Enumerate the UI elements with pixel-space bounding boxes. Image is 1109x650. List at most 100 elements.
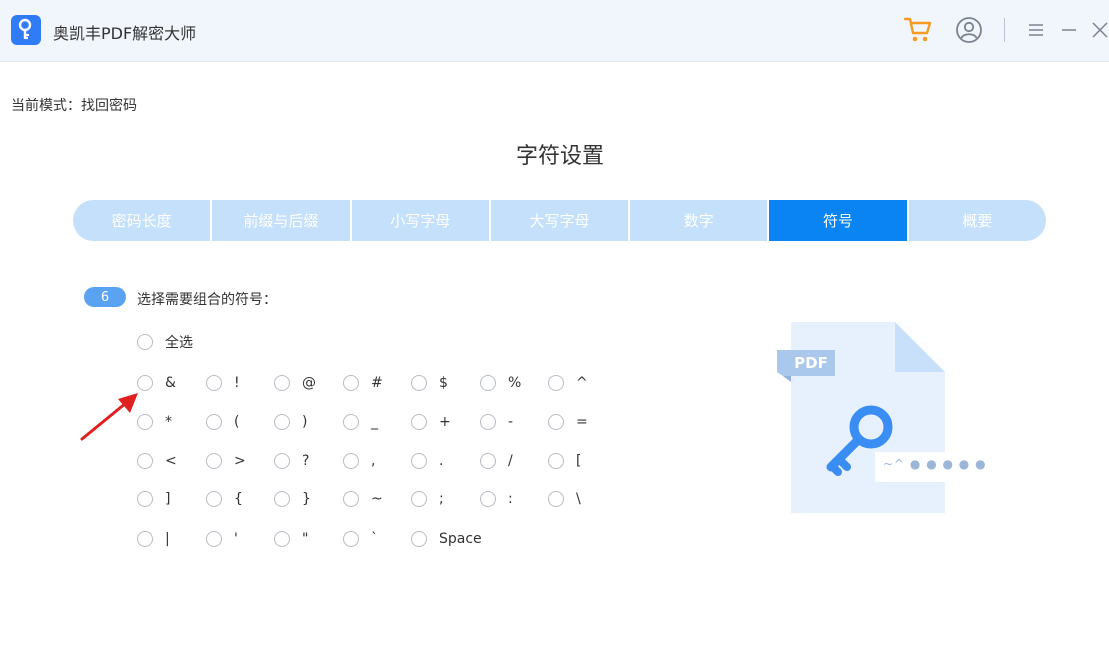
radio-button[interactable] <box>274 414 290 430</box>
title-bar: 奥凯丰PDF解密大师 <box>0 0 1109 62</box>
radio-button[interactable] <box>548 375 564 391</box>
cart-button[interactable] <box>902 15 934 45</box>
symbol-option[interactable]: ? <box>274 451 309 471</box>
radio-button[interactable] <box>480 375 496 391</box>
app-title: 奥凯丰PDF解密大师 <box>53 24 197 43</box>
symbol-option[interactable]: ] <box>137 489 170 509</box>
symbol-option[interactable]: < <box>137 451 177 471</box>
symbol-option[interactable]: ! <box>206 373 240 393</box>
radio-button[interactable] <box>343 531 359 547</box>
radio-button[interactable] <box>137 334 153 350</box>
close-button[interactable] <box>1090 15 1109 45</box>
radio-button[interactable] <box>480 491 496 507</box>
symbol-label: " <box>302 531 309 547</box>
red-arrow-annotation <box>80 393 138 441</box>
symbol-label: ` <box>371 531 378 547</box>
radio-button[interactable] <box>137 453 153 469</box>
radio-button[interactable] <box>274 491 290 507</box>
symbol-label: _ <box>371 414 378 430</box>
symbol-label: & <box>165 375 176 391</box>
symbol-label: ( <box>234 414 240 430</box>
symbol-label: / <box>508 453 513 469</box>
symbol-option[interactable]: = <box>548 412 588 432</box>
symbol-option[interactable]: ` <box>343 529 378 549</box>
symbol-option[interactable]: _ <box>343 412 378 432</box>
radio-button[interactable] <box>206 375 222 391</box>
radio-button[interactable] <box>480 453 496 469</box>
radio-button[interactable] <box>411 414 427 430</box>
user-button[interactable] <box>954 15 984 45</box>
symbol-label: ) <box>302 414 308 430</box>
symbol-option[interactable]: ~ <box>343 489 383 509</box>
symbol-option[interactable]: , <box>343 451 375 471</box>
radio-button[interactable] <box>274 531 290 547</box>
step-number-badge: 6 <box>84 287 126 307</box>
symbol-label: , <box>371 453 376 469</box>
symbol-option[interactable]: $ <box>411 373 448 393</box>
tab-summary[interactable]: 概要 <box>908 200 1046 241</box>
symbol-option[interactable]: } <box>274 489 311 509</box>
symbol-option[interactable]: | <box>137 529 170 549</box>
user-icon <box>956 17 982 43</box>
radio-button[interactable] <box>343 375 359 391</box>
symbol-option[interactable]: / <box>480 451 513 471</box>
radio-button[interactable] <box>548 414 564 430</box>
menu-button[interactable] <box>1026 15 1046 45</box>
radio-button[interactable] <box>480 414 496 430</box>
tab-uppercase[interactable]: 大写字母 <box>490 200 631 241</box>
symbol-option[interactable]: \ <box>548 489 581 509</box>
symbol-option[interactable]: % <box>480 373 521 393</box>
radio-button[interactable] <box>206 531 222 547</box>
select-all-option[interactable]: 全选 <box>137 332 193 352</box>
symbol-label: [ <box>576 453 582 469</box>
radio-button[interactable] <box>548 491 564 507</box>
symbol-option[interactable]: - <box>480 412 513 432</box>
symbol-label: } <box>302 491 311 507</box>
radio-button[interactable] <box>411 453 427 469</box>
symbol-option[interactable]: . <box>411 451 443 471</box>
symbol-option[interactable]: + <box>411 412 451 432</box>
radio-button[interactable] <box>411 531 427 547</box>
title-separator <box>1004 18 1005 42</box>
symbol-option[interactable]: [ <box>548 451 581 471</box>
radio-button[interactable] <box>137 491 153 507</box>
tab-digits[interactable]: 数字 <box>630 200 770 241</box>
radio-button[interactable] <box>137 531 153 547</box>
symbol-option[interactable]: { <box>206 489 243 509</box>
radio-button[interactable] <box>343 491 359 507</box>
pdf-key-illustration: PDF ~^ ● ● ● ● ● <box>775 320 990 520</box>
symbol-option[interactable]: ( <box>206 412 239 432</box>
tab-lowercase[interactable]: 小写字母 <box>351 200 491 241</box>
radio-button[interactable] <box>274 375 290 391</box>
symbol-label: # <box>371 375 383 391</box>
symbol-option[interactable]: : <box>480 489 513 509</box>
radio-button[interactable] <box>206 414 222 430</box>
symbol-label: | <box>165 531 170 547</box>
tab-symbols[interactable]: 符号 <box>769 200 909 241</box>
symbol-option[interactable]: # <box>343 373 383 393</box>
minimize-button[interactable] <box>1059 15 1079 45</box>
radio-button[interactable] <box>343 453 359 469</box>
symbol-label: - <box>508 414 514 430</box>
radio-button[interactable] <box>548 453 564 469</box>
symbol-option[interactable]: " <box>274 529 308 549</box>
radio-button[interactable] <box>274 453 290 469</box>
radio-button[interactable] <box>206 453 222 469</box>
symbol-option[interactable]: > <box>206 451 246 471</box>
symbol-option[interactable]: ) <box>274 412 307 432</box>
radio-button[interactable] <box>206 491 222 507</box>
symbol-label: = <box>576 414 588 430</box>
symbol-label: : <box>508 491 513 507</box>
tab-prefix-suffix[interactable]: 前缀与后缀 <box>212 200 352 241</box>
radio-button[interactable] <box>343 414 359 430</box>
page-title: 字符设置 <box>515 144 604 169</box>
symbol-option[interactable]: Space <box>411 529 482 549</box>
symbol-option[interactable]: ^ <box>548 373 588 393</box>
radio-button[interactable] <box>411 375 427 391</box>
tab-password-length[interactable]: 密码长度 <box>73 200 213 241</box>
symbol-option[interactable]: @ <box>274 373 316 393</box>
symbol-label: ; <box>439 491 444 507</box>
radio-button[interactable] <box>411 491 427 507</box>
symbol-option[interactable]: ' <box>206 529 238 549</box>
symbol-option[interactable]: ; <box>411 489 444 509</box>
